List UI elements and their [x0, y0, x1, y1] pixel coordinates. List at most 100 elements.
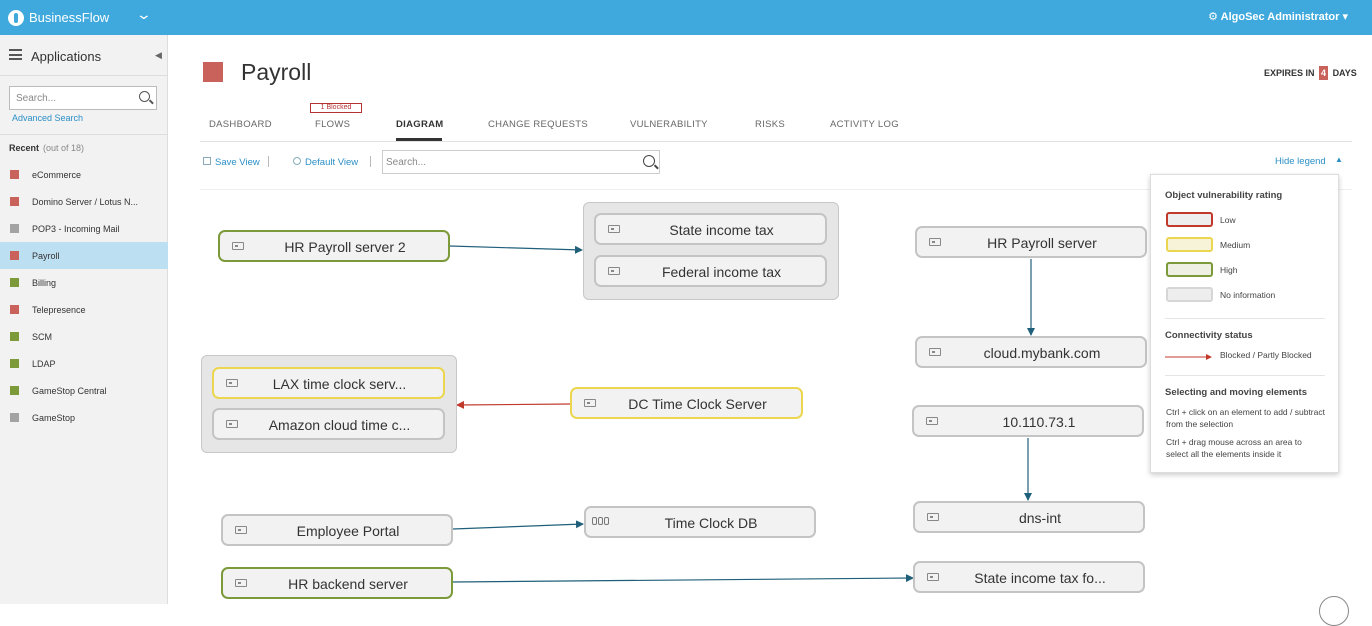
app-name[interactable]: BusinessFlow	[29, 10, 109, 25]
advanced-search-link[interactable]: Advanced Search	[12, 113, 83, 123]
connection-hr-payroll-2-to-tax-group[interactable]	[449, 245, 583, 254]
node-label: Time Clock DB	[664, 515, 758, 531]
sidebar-item-ldap[interactable]: LDAP	[0, 350, 168, 377]
node-label: cloud.mybank.com	[983, 345, 1101, 361]
node-state-income-tax[interactable]: State income tax	[594, 213, 827, 245]
sidebar-item-label: SCM	[32, 332, 52, 342]
toolbar-divider	[370, 156, 371, 167]
connection-employee-portal-to-db[interactable]	[452, 520, 584, 530]
node-label: HR Payroll server 2	[284, 239, 406, 255]
tab-vulnerability[interactable]: VULNERABILITY	[630, 119, 708, 130]
server-icon	[226, 420, 238, 428]
sidebar-item-label: eCommerce	[32, 170, 82, 180]
toolbar-divider	[268, 156, 269, 167]
sidebar-title: Applications	[31, 49, 102, 64]
server-icon	[927, 573, 939, 581]
sidebar-item-scm[interactable]: SCM	[0, 323, 168, 350]
app-rating-square	[203, 62, 223, 82]
tab-flows[interactable]: FLOWS	[315, 119, 350, 130]
hide-legend-button[interactable]: Hide legend	[1275, 156, 1326, 167]
node-label: State income tax fo...	[974, 570, 1106, 586]
node-label: State income tax	[669, 222, 774, 238]
sidebar-item-domino-server-lotus-n[interactable]: Domino Server / Lotus N...	[0, 188, 168, 215]
diagram-search-input[interactable]: Search...	[382, 150, 660, 174]
legend-tip-ctrl-click: Ctrl + click on an element to add / subt…	[1166, 407, 1325, 429]
rating-square-icon	[10, 224, 19, 233]
legend-rating-title: Object vulnerability rating	[1165, 190, 1283, 201]
server-icon	[929, 348, 941, 356]
server-icon	[927, 513, 939, 521]
node-federal-income-tax[interactable]: Federal income tax	[594, 255, 827, 287]
sidebar-item-label: Telepresence	[32, 305, 86, 315]
legend-label-high: High	[1220, 265, 1238, 275]
search-icon[interactable]	[139, 91, 150, 102]
connection-dc-time-clock-blocked[interactable]	[456, 400, 571, 409]
node-amazon-cloud-time[interactable]: Amazon cloud time c...	[212, 408, 445, 440]
connection-hr-backend-to-state-tax[interactable]	[452, 574, 914, 583]
rating-square-icon	[10, 386, 19, 395]
node-state-income-tax-fo[interactable]: State income tax fo...	[913, 561, 1145, 593]
server-icon	[926, 417, 938, 425]
node-dns-int[interactable]: dns-int	[913, 501, 1145, 533]
collapse-sidebar-icon[interactable]: ◀	[155, 50, 162, 61]
tab-risks[interactable]: RISKS	[755, 119, 785, 130]
node-dc-time-clock-server[interactable]: DC Time Clock Server	[570, 387, 803, 419]
sidebar-item-gamestop[interactable]: GameStop	[0, 404, 168, 431]
expiration-indicator: EXPIRES IN 4 DAYS	[1264, 66, 1357, 80]
default-view-button[interactable]: Default View	[305, 157, 358, 168]
legend-swatch-high	[1166, 262, 1213, 277]
node-10-110-73-1[interactable]: 10.110.73.1	[912, 405, 1144, 437]
server-icon	[226, 379, 238, 387]
node-cloud-mybank[interactable]: cloud.mybank.com	[915, 336, 1147, 368]
rating-square-icon	[10, 332, 19, 341]
tab-activity-log[interactable]: ACTIVITY LOG	[830, 119, 899, 130]
node-label: Federal income tax	[661, 264, 782, 280]
legend-label-no-info: No information	[1220, 290, 1276, 300]
node-employee-portal[interactable]: Employee Portal	[221, 514, 453, 546]
businessflow-logo-icon	[8, 10, 24, 26]
user-menu[interactable]: ⚙ AlgoSec Administrator ▾	[1208, 10, 1348, 23]
legend-swatch-medium	[1166, 237, 1213, 252]
sidebar-search-placeholder: Search...	[16, 93, 57, 104]
chevron-down-icon[interactable]: ⌄	[136, 6, 152, 23]
node-hr-payroll-server-2[interactable]: HR Payroll server 2	[218, 230, 450, 262]
sidebar-item-ecommerce[interactable]: eCommerce	[0, 161, 168, 188]
node-time-clock-db[interactable]: Time Clock DB	[584, 506, 816, 538]
chevron-up-icon[interactable]: ▲	[1335, 155, 1343, 164]
node-lax-time-clock[interactable]: LAX time clock serv...	[212, 367, 445, 399]
sidebar-item-label: Billing	[32, 278, 57, 288]
recent-count: (out of 18)	[43, 143, 85, 153]
legend-label-low: Low	[1220, 215, 1236, 225]
tab-dashboard[interactable]: DASHBOARD	[209, 119, 272, 130]
sidebar-item-telepresence[interactable]: Telepresence	[0, 296, 168, 323]
node-label: 10.110.73.1	[1002, 414, 1076, 430]
rating-square-icon	[10, 251, 19, 260]
zoom-control[interactable]	[1319, 596, 1349, 626]
save-view-icon[interactable]	[203, 157, 211, 165]
node-label: DC Time Clock Server	[628, 396, 767, 412]
node-label: Employee Portal	[296, 523, 400, 539]
tab-change-requests[interactable]: CHANGE REQUESTS	[488, 119, 588, 130]
node-hr-payroll-server[interactable]: HR Payroll server	[915, 226, 1147, 258]
server-icon	[608, 225, 620, 233]
sidebar: Applications ◀ Search... Advanced Search…	[0, 35, 168, 604]
sidebar-header: Applications ◀	[0, 35, 168, 76]
tab-diagram[interactable]: DIAGRAM	[396, 119, 444, 130]
default-view-icon[interactable]	[293, 157, 301, 165]
sidebar-item-payroll[interactable]: Payroll	[0, 242, 168, 269]
sidebar-item-pop3-incoming-mail[interactable]: POP3 - Incoming Mail	[0, 215, 168, 242]
search-icon[interactable]	[643, 155, 655, 167]
save-view-button[interactable]: Save View	[215, 157, 260, 168]
sidebar-search-input[interactable]: Search...	[9, 86, 157, 110]
node-label: LAX time clock serv...	[272, 376, 407, 392]
rating-square-icon	[10, 305, 19, 314]
sidebar-item-label: GameStop	[32, 413, 76, 423]
node-hr-backend-server[interactable]: HR backend server	[221, 567, 453, 599]
diagram-legend: Object vulnerability rating Low Medium H…	[1150, 174, 1339, 473]
recent-title: Recent	[9, 143, 40, 153]
sidebar-item-billing[interactable]: Billing	[0, 269, 168, 296]
sidebar-item-label: Domino Server / Lotus N...	[32, 197, 139, 207]
legend-label-blocked: Blocked / Partly Blocked	[1220, 350, 1312, 360]
sidebar-item-gamestop-central[interactable]: GameStop Central	[0, 377, 168, 404]
hamburger-menu-icon[interactable]	[9, 49, 22, 60]
